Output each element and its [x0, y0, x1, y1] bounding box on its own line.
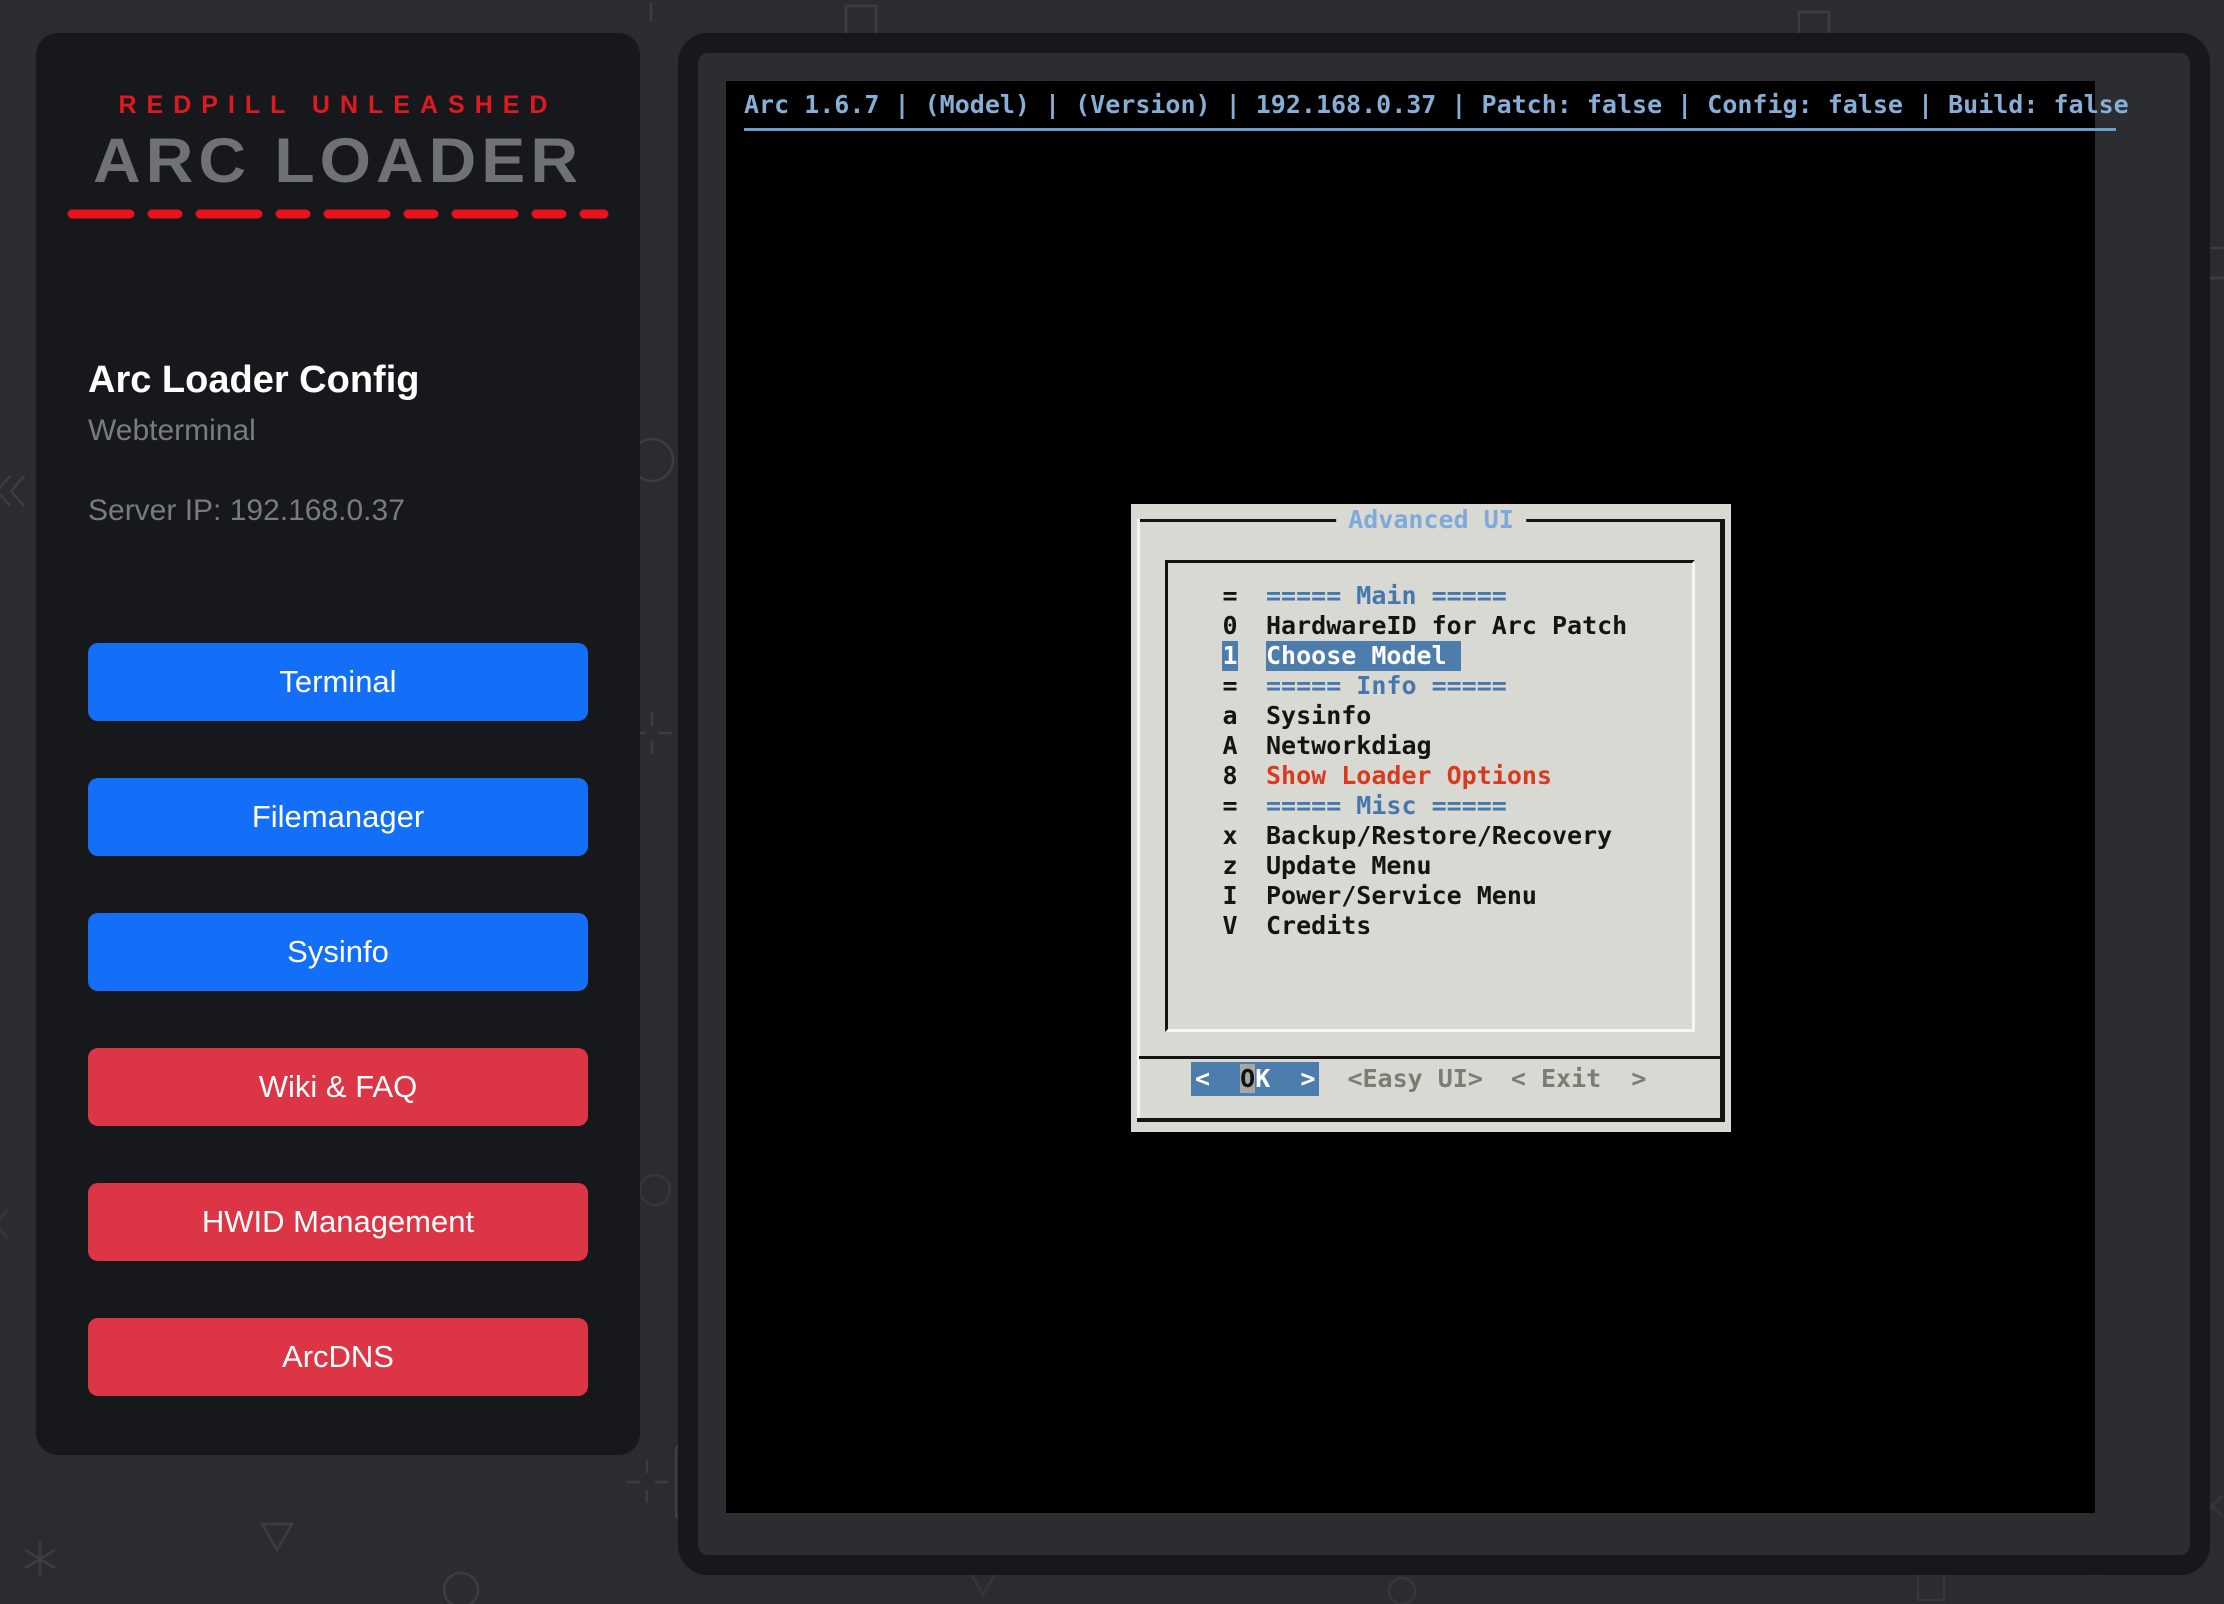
sidebar-button-sysinfo[interactable]: Sysinfo [88, 913, 588, 991]
dialog-menu-row[interactable]: 8 Show Loader Options [1168, 761, 1692, 791]
dialog-buttons: < OK > <Easy UI> < Exit > [1139, 1061, 1720, 1097]
menu-item-label: Power/Service Menu [1266, 881, 1537, 911]
decor-asterisk-icon [25, 1542, 55, 1576]
menu-item-hotkey: I [1222, 881, 1238, 911]
page-title: Arc Loader Config [88, 359, 588, 401]
menu-item-hotkey: 1 [1222, 641, 1238, 671]
decor-circle-icon [444, 1573, 478, 1604]
dialog-menu-row[interactable]: x Backup/Restore/Recovery [1168, 821, 1692, 851]
decor-circle-icon [640, 1175, 670, 1205]
decor-chevrons-icon [0, 476, 24, 506]
easy-ui-button[interactable]: <Easy UI> [1347, 1062, 1482, 1096]
logo-tagline: REDPILL UNLEASHED [36, 91, 640, 120]
sidebar-button-wiki-faq[interactable]: Wiki & FAQ [88, 1048, 588, 1126]
menu-item-label: ===== Info ===== [1266, 671, 1507, 701]
sidebar-button-label: Filemanager [252, 799, 424, 835]
dialog-menu-row[interactable]: = ===== Info ===== [1168, 671, 1692, 701]
logo-title: ARC LOADER [36, 124, 640, 196]
dialog-menu-row[interactable]: 1 Choose Model [1168, 641, 1692, 671]
dialog-bottom-border [1137, 1118, 1725, 1122]
dialog-menu: = ===== Main ===== 0 HardwareID for Arc … [1165, 560, 1695, 1032]
arc-loader-logo: REDPILL UNLEASHED ARC LOADER [36, 91, 640, 220]
menu-item-label: Choose Model [1266, 641, 1461, 671]
terminal-status-rule [744, 128, 2116, 131]
sidebar-button-hwid-management[interactable]: HWID Management [88, 1183, 588, 1261]
sidebar-button-label: Terminal [279, 664, 396, 700]
menu-item-label: Update Menu [1266, 851, 1432, 881]
sidebar-button-label: Sysinfo [287, 934, 389, 970]
page-subtitle: Webterminal [88, 414, 588, 448]
menu-item-label: Sysinfo [1266, 701, 1371, 731]
advanced-ui-dialog: Advanced UI = ===== Main ===== 0 Hardwar… [1131, 504, 1731, 1132]
dialog-menu-row[interactable]: V Credits [1168, 911, 1692, 941]
decor-triangle-icon [262, 1524, 292, 1550]
dialog-menu-row[interactable]: = ===== Misc ===== [1168, 791, 1692, 821]
sidebar-button-label: ArcDNS [282, 1339, 394, 1375]
sidebar: REDPILL UNLEASHED ARC LOADER Arc Loader … [36, 33, 640, 1455]
menu-item-label: Networkdiag [1266, 731, 1432, 761]
dialog-menu-row[interactable]: z Update Menu [1168, 851, 1692, 881]
sidebar-buttons: Terminal Filemanager Sysinfo Wiki & FAQ … [88, 643, 588, 1396]
menu-item-hotkey: z [1222, 851, 1238, 881]
menu-item-hotkey: A [1222, 731, 1238, 761]
dialog-menu-row[interactable]: 0 HardwareID for Arc Patch [1168, 611, 1692, 641]
text-cursor: O [1240, 1064, 1255, 1093]
server-ip: Server IP: 192.168.0.37 [88, 494, 588, 528]
menu-item-label: Show Loader Options [1266, 761, 1552, 791]
menu-item-label: Credits [1266, 911, 1371, 941]
dialog-menu-row[interactable]: I Power/Service Menu [1168, 881, 1692, 911]
menu-item-hotkey: x [1222, 821, 1238, 851]
sidebar-button-filemanager[interactable]: Filemanager [88, 778, 588, 856]
terminal-status-bar: Arc 1.6.7 | (Model) | (Version) | 192.16… [726, 81, 2095, 120]
page: REDPILL UNLEASHED ARC LOADER Arc Loader … [0, 0, 2224, 1604]
exit-button[interactable]: < Exit > [1511, 1062, 1646, 1096]
logo-dashed-underline [66, 208, 610, 220]
sidebar-button-terminal[interactable]: Terminal [88, 643, 588, 721]
menu-item-hotkey: = [1222, 581, 1238, 611]
menu-item-hotkey: V [1222, 911, 1238, 941]
decor-circle-icon [1389, 1578, 1415, 1604]
ok-button[interactable]: < OK > [1191, 1062, 1319, 1096]
dialog-menu-row[interactable]: A Networkdiag [1168, 731, 1692, 761]
sidebar-button-label: Wiki & FAQ [259, 1069, 417, 1105]
menu-item-hotkey: = [1222, 791, 1238, 821]
dialog-title: Advanced UI [1336, 506, 1526, 534]
decor-square-icon [1918, 1574, 1944, 1600]
dialog-menu-row[interactable]: a Sysinfo [1168, 701, 1692, 731]
menu-item-hotkey: a [1222, 701, 1238, 731]
decor-chevron-icon [0, 1210, 8, 1238]
menu-item-hotkey: 8 [1222, 761, 1238, 791]
decor-triangle-icon [970, 1572, 996, 1595]
dialog-right-border [1720, 519, 1725, 1120]
decor-crosshair-icon [627, 1460, 668, 1503]
menu-item-label: Backup/Restore/Recovery [1266, 821, 1612, 851]
dialog-left-border [1137, 519, 1140, 1118]
sidebar-button-arcdns[interactable]: ArcDNS [88, 1318, 588, 1396]
webterminal-screen[interactable]: Arc 1.6.7 | (Model) | (Version) | 192.16… [726, 81, 2095, 1513]
decor-square-icon [846, 6, 876, 36]
menu-item-label: ===== Main ===== [1266, 581, 1507, 611]
menu-item-hotkey: 0 [1222, 611, 1238, 641]
terminal-window: Arc 1.6.7 | (Model) | (Version) | 192.16… [678, 33, 2210, 1575]
menu-item-label: HardwareID for Arc Patch [1266, 611, 1627, 641]
dialog-menu-row[interactable]: = ===== Main ===== [1168, 581, 1692, 611]
sidebar-button-label: HWID Management [202, 1204, 474, 1240]
menu-item-label: ===== Misc ===== [1266, 791, 1507, 821]
dialog-button-separator [1139, 1056, 1720, 1059]
menu-item-hotkey: = [1222, 671, 1238, 701]
sidebar-info: Arc Loader Config Webterminal Server IP:… [88, 359, 588, 528]
